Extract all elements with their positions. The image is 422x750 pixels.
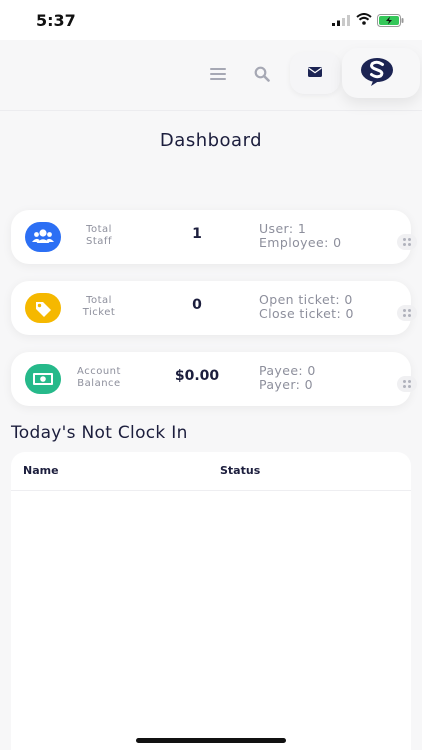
search-icon[interactable] <box>254 66 270 82</box>
tag-icon <box>25 293 61 323</box>
wifi-icon <box>356 13 372 25</box>
menu-icon[interactable] <box>210 68 226 80</box>
card-value: $0.00 <box>174 368 220 384</box>
status-bar: 5:37 <box>0 0 422 40</box>
card-label: Account Balance <box>69 366 129 390</box>
card-label-line2: Ticket <box>82 307 116 318</box>
card-info-line2: Employee: 0 <box>259 235 342 250</box>
profile-logo-button[interactable] <box>342 48 420 98</box>
table-header: Name Status <box>11 452 411 491</box>
column-header-status[interactable]: Status <box>220 464 260 477</box>
mail-button[interactable] <box>290 52 340 94</box>
card-label: Total Staff <box>69 224 129 248</box>
card-label-line1: Account <box>77 366 121 377</box>
card-label-line2: Staff <box>86 236 112 247</box>
total-staff-card[interactable]: Total Staff 1 User: 1 Employee: 0 <box>11 210 417 264</box>
card-label-line1: Total <box>86 295 112 306</box>
users-icon <box>25 222 61 252</box>
more-icon[interactable] <box>397 305 417 321</box>
status-time: 5:37 <box>36 11 76 30</box>
card-info-line2: Close ticket: 0 <box>259 306 354 321</box>
brand-logo-icon <box>361 58 393 86</box>
card-info: Open ticket: 0 Close ticket: 0 <box>259 293 354 321</box>
account-balance-card[interactable]: Account Balance $0.00 Payee: 0 Payer: 0 <box>11 352 417 406</box>
cash-icon <box>25 364 61 394</box>
card-label-line2: Balance <box>77 378 121 389</box>
card-label: Total Ticket <box>69 295 129 319</box>
more-icon[interactable] <box>397 234 417 250</box>
clock-in-table: Name Status <box>11 452 411 750</box>
card-info: User: 1 Employee: 0 <box>259 222 341 250</box>
battery-charging-icon <box>377 14 404 27</box>
card-info-line1: Open ticket: 0 <box>259 292 353 307</box>
card-value: 0 <box>192 297 202 313</box>
more-icon[interactable] <box>397 376 417 392</box>
section-title: Today's Not Clock In <box>11 423 188 443</box>
cellular-signal-icon <box>332 15 350 26</box>
column-header-name[interactable]: Name <box>23 464 59 477</box>
card-info-line1: User: 1 <box>259 221 307 236</box>
card-label-line1: Total <box>86 224 112 235</box>
home-indicator[interactable] <box>136 738 286 743</box>
card-info-line2: Payer: 0 <box>259 377 313 392</box>
page-title: Dashboard <box>159 130 263 151</box>
card-value: 1 <box>192 226 202 242</box>
card-info: Payee: 0 Payer: 0 <box>259 364 316 392</box>
total-ticket-card[interactable]: Total Ticket 0 Open ticket: 0 Close tick… <box>11 281 417 335</box>
mail-icon <box>308 67 322 77</box>
card-info-line1: Payee: 0 <box>259 363 316 378</box>
